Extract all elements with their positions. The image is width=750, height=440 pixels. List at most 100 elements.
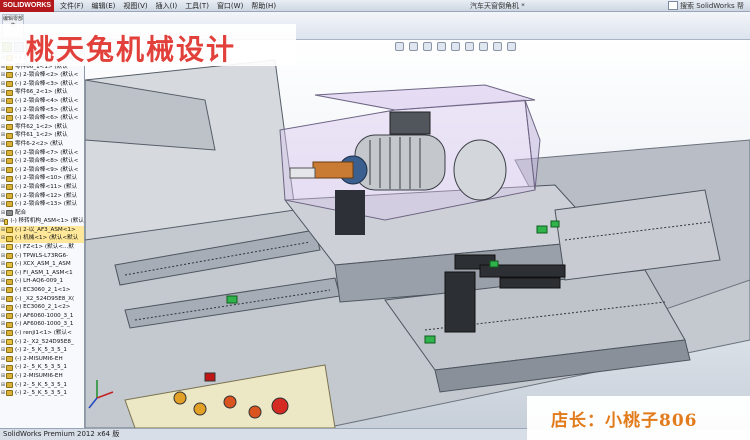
tree-item[interactable]: ⊞ (-) 2-MISUMI6-EH	[0, 372, 84, 381]
tree-item[interactable]: ⊞ (-) AF6060-1000_3_1	[0, 320, 84, 329]
tree-item[interactable]: ⊞ (-) AF6060-1000_3_1	[0, 312, 84, 321]
part-icon	[6, 201, 13, 208]
part-icon	[6, 115, 13, 122]
asm-icon	[6, 235, 13, 242]
tree-item[interactable]: ⊞ (-) 2-锁合棒<5> (默认<	[0, 106, 84, 115]
tree-item[interactable]: ⊞ (-) 机械<1> (默认<默认	[0, 234, 84, 244]
tree-item[interactable]: ⊞ (-) _X2_524D95E8_X(	[0, 295, 84, 304]
tree-item-label: (-) 2-锁合棒<7> (默认<	[15, 149, 79, 156]
solidworks-logo: SOLIDWORKS	[0, 0, 54, 12]
part-icon	[6, 330, 13, 337]
tree-item[interactable]: ⊞ (-) 2-以_AF3_ASM<1>	[0, 225, 84, 235]
tree-item-label: 零件66_2<1> (默认	[15, 89, 68, 96]
tree-item[interactable]: ⊞ 零件6-2<2> (默认	[0, 140, 84, 149]
tree-item-label: (-) 2-_5_K_5_3_5_1	[15, 381, 67, 388]
tree-item-label: (-) 2-_X2_524D95E8_	[15, 338, 74, 345]
tree-item-label: (-) 2-锁合棒<2> (默认<	[15, 72, 79, 79]
tree-item-label: 零件62_1<2> (默认	[15, 123, 68, 130]
tree-item[interactable]: ⊞ 配合	[0, 209, 84, 218]
tree-item-label: (-) FZ<1> (默认<...默	[15, 244, 74, 251]
tree-item[interactable]: ⊞ (-) 2-锁合棒<13> (默认	[0, 200, 84, 209]
menu-bar: 文件(F) 编辑(E) 视图(V) 插入(I) 工具(T) 窗口(W) 帮助(H…	[54, 1, 276, 11]
tree-item[interactable]: ⊞ (-) EC3060_2_1<2>	[0, 303, 84, 312]
tree-item-label: (-) AF6060-1000_3_1	[15, 321, 74, 328]
tree-item[interactable]: ⊞ (-) 2-_X2_524D95E8_	[0, 338, 84, 347]
tree-list: ⊞(-) 2-锁合棒<1> (默认<⊞零件66_1<1> (默认⊞(-) 2-锁…	[0, 54, 84, 398]
tree-item-label: (-) 2-锁合棒<3> (默认<	[15, 80, 79, 87]
tree-item-label: (-) EC3060_2_1<1>	[15, 287, 71, 294]
title-bar: SOLIDWORKS 文件(F) 编辑(E) 视图(V) 插入(I) 工具(T)…	[0, 0, 750, 20]
tree-item[interactable]: ⊞ 零件61_1<2> (默认	[0, 131, 84, 140]
menu-tools[interactable]: 工具(T)	[185, 1, 209, 11]
tree-item[interactable]: ⊞ (-) 2-锁合棒<4> (默认<	[0, 97, 84, 106]
tree-item[interactable]: ⊞ (-) 2-锁合棒<7> (默认<	[0, 149, 84, 158]
menu-insert[interactable]: 插入(I)	[156, 1, 178, 11]
part-icon	[6, 192, 13, 199]
menu-help[interactable]: 帮助(H)	[251, 1, 276, 11]
asm-icon	[6, 227, 13, 234]
tree-item[interactable]: ⊞ (-) 2-_5_K_5_3_5_1	[0, 389, 84, 398]
tree-item-label: (-) _X2_524D95E8_X(	[15, 295, 75, 302]
part-icon	[6, 149, 13, 156]
banner-title: 桃天兔机械设计	[26, 33, 237, 66]
tree-item-label: (-) 移转机构_ASM<1> (默认	[10, 218, 84, 225]
tree-item[interactable]: ⊞ (-) 2-锁合棒<12> (默认	[0, 192, 84, 201]
menu-file[interactable]: 文件(F)	[60, 1, 84, 11]
tree-item[interactable]: ⊞ (-) XCX_ASM_1_ASM	[0, 260, 84, 269]
part-icon	[6, 278, 13, 285]
part-icon	[6, 106, 13, 113]
tree-item-label: (-) EC3060_2_1<2>	[15, 304, 71, 311]
shop-banner: 店长：小桃子806	[527, 396, 750, 440]
part-icon	[6, 287, 13, 294]
tree-item-label: (-) 2-锁合棒<9> (默认<	[15, 166, 79, 173]
part-icon	[6, 252, 13, 259]
tree-item[interactable]: ⊞ (-) 移转机构_ASM<1> (默认	[0, 217, 84, 226]
part-icon	[6, 158, 13, 165]
tree-item[interactable]: ⊞ (-) 2-锁合棒<3> (默认<	[0, 80, 84, 89]
part-icon	[6, 347, 13, 354]
tree-item[interactable]: ⊞ (-) 2-锁合棒<10> (默认	[0, 174, 84, 183]
tree-item[interactable]: ⊞ 零件66_2<1> (默认	[0, 88, 84, 97]
tree-item[interactable]: ⊞ (-) FI_ASM_1_ASM<1	[0, 269, 84, 278]
menu-edit[interactable]: 编辑(E)	[92, 1, 116, 11]
menu-window[interactable]: 窗口(W)	[217, 1, 243, 11]
search-icon[interactable]	[668, 1, 678, 10]
tree-item[interactable]: ⊞ (-) 2-_5_K_5_3_5_1	[0, 346, 84, 355]
tree-item[interactable]: ⊞ (-) 2-_5_K_5_3_5_1	[0, 381, 84, 390]
part-icon	[6, 390, 13, 397]
tree-item[interactable]: ⊞ (-) FZ<1> (默认<...默	[0, 243, 84, 252]
tree-item[interactable]: ⊞ (-) renji1<1> (默认<	[0, 329, 84, 338]
feature-manager-tree: ⊞(-) 2-锁合棒<1> (默认<⊞零件66_1<1> (默认⊞(-) 2-锁…	[0, 40, 85, 428]
tree-item[interactable]: ⊞ (-) 2-锁合棒<6> (默认<	[0, 114, 84, 123]
part-icon	[6, 124, 13, 131]
graphics-area[interactable]	[85, 40, 750, 428]
part-icon	[6, 313, 13, 320]
tree-item-label: (-) AF6060-1000_3_1	[15, 312, 74, 319]
tree-item-label: (-) 2-锁合棒<12> (默认	[15, 192, 78, 199]
part-icon	[6, 373, 13, 380]
tree-item[interactable]: ⊞ (-) LH-AQ6-009_1	[0, 277, 84, 286]
watermark-banner: 桃天兔机械设计	[0, 24, 296, 66]
tree-item[interactable]: ⊞ (-) 2-锁合棒<11> (默认	[0, 183, 84, 192]
menu-view[interactable]: 视图(V)	[123, 1, 147, 11]
part-icon	[6, 132, 13, 139]
tree-item[interactable]: ⊞ 零件62_1<2> (默认	[0, 123, 84, 132]
tree-item-label: (-) TPWLS-L73RG6-	[15, 252, 69, 259]
tree-item-label: 零件6-2<2> (默认	[15, 140, 64, 147]
tree-item-label: (-) 2-锁合棒<6> (默认<	[15, 115, 79, 122]
tree-item[interactable]: ⊞ (-) 2-_5_K_5_3_5_1	[0, 363, 84, 372]
tree-item-label: (-) 2-锁合棒<13> (默认	[15, 201, 78, 208]
tree-item[interactable]: ⊞ (-) TPWLS-L73RG6-	[0, 252, 84, 261]
tree-item-label: (-) 2-锁合棒<4> (默认<	[15, 97, 79, 104]
part-icon	[6, 295, 13, 302]
tree-item-label: (-) 机械<1> (默认<默认	[15, 235, 79, 242]
tree-item[interactable]: ⊞ (-) 2-锁合棒<2> (默认<	[0, 71, 84, 80]
tree-item-label: (-) LH-AQ6-009_1	[15, 278, 64, 285]
tree-item[interactable]: ⊞ (-) 2-MISUMI6-EH	[0, 355, 84, 364]
tree-item[interactable]: ⊞ (-) 2-锁合棒<8> (默认<	[0, 157, 84, 166]
tree-item-label: (-) 2-锁合棒<8> (默认<	[15, 158, 79, 165]
tree-item-label: (-) 2-MISUMI6-EH	[15, 355, 63, 362]
tree-item[interactable]: ⊞ (-) EC3060_2_1<1>	[0, 286, 84, 295]
tree-item-label: (-) renji1<1> (默认<	[15, 330, 72, 336]
tree-item[interactable]: ⊞ (-) 2-锁合棒<9> (默认<	[0, 166, 84, 175]
